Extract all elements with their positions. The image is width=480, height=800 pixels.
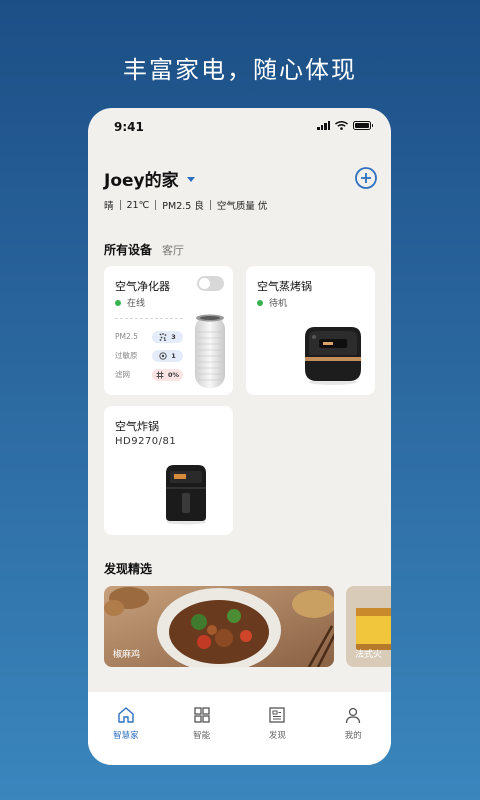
- wifi-icon: [335, 121, 348, 130]
- add-device-button[interactable]: [354, 166, 378, 190]
- phone-screen: 9:41 Joey的家 晴 21℃ PM2.5 良 空气质量 优 所有设备 客厅…: [88, 108, 391, 765]
- device-card-air-fryer[interactable]: 空气炸锅 HD9270/81: [104, 406, 233, 535]
- promo-headline: 丰富家电，随心体现: [123, 56, 357, 84]
- online-dot-icon: [115, 299, 121, 306]
- tab-label: 智能: [193, 731, 211, 741]
- air-fryer-image: [166, 465, 206, 525]
- filter-icon: [156, 371, 164, 378]
- divider: [119, 200, 121, 210]
- bottom-tab-bar: 智慧家 智能 发现 我的: [88, 692, 391, 765]
- devices-section-header: 所有设备 客厅: [104, 241, 184, 258]
- home-icon: [118, 707, 134, 723]
- tab-me[interactable]: 我的: [315, 692, 391, 765]
- power-toggle[interactable]: [197, 276, 224, 291]
- stat-value: 1: [171, 351, 176, 360]
- recipe-card[interactable]: 椒麻鸡: [104, 586, 334, 667]
- purifier-stats: PM2.5 3 过敏原 1 滤网 0%: [115, 318, 183, 384]
- allergen-icon: [159, 351, 167, 360]
- device-status: 在线: [115, 296, 145, 309]
- divider: [155, 200, 157, 210]
- room-filter[interactable]: 客厅: [162, 242, 184, 258]
- discover-section-title: 发现精选: [104, 562, 153, 576]
- stat-row-allergen: 过敏原 1: [115, 346, 183, 365]
- battery-icon: [353, 121, 373, 130]
- weather-air-quality: 空气质量 优: [216, 201, 268, 212]
- recipe-card[interactable]: 法式火: [346, 586, 391, 667]
- stat-badge: 0%: [151, 368, 183, 381]
- air-purifier-image: [195, 314, 225, 388]
- device-name: 空气净化器: [115, 280, 170, 293]
- device-status: 待机: [257, 296, 287, 309]
- weather-condition: 晴: [104, 201, 114, 212]
- status-bar: 9:41: [88, 108, 391, 148]
- stat-row-pm25: PM2.5 3: [115, 327, 183, 346]
- stat-row-filter: 滤网 0%: [115, 365, 183, 384]
- device-name: 空气蒸烤锅: [257, 280, 312, 293]
- status-icons: [317, 121, 373, 130]
- tab-smart-home[interactable]: 智慧家: [88, 692, 164, 765]
- weather-pm25: PM2.5 良: [162, 201, 204, 212]
- caret-down-icon: [186, 177, 195, 182]
- tab-label: 发现: [268, 731, 286, 741]
- stat-badge: 3: [152, 330, 183, 343]
- device-model: HD9270/81: [115, 436, 177, 447]
- stat-badge: 1: [152, 349, 183, 362]
- person-icon: [345, 707, 361, 724]
- recipe-title: 法式火: [355, 650, 383, 660]
- signal-icon: [317, 121, 330, 130]
- grid-icon: [193, 707, 210, 723]
- status-time: 9:41: [114, 120, 144, 134]
- tab-label: 智慧家: [113, 731, 139, 741]
- tab-smart[interactable]: 智能: [164, 692, 240, 765]
- device-status-text: 待机: [269, 299, 288, 309]
- stat-label: 过敏原: [115, 351, 138, 360]
- tab-label: 我的: [344, 731, 362, 741]
- weather-bar: 晴 21℃ PM2.5 良 空气质量 优: [104, 198, 268, 213]
- stat-value: 0%: [167, 370, 179, 379]
- device-card-steam-oven[interactable]: 空气蒸烤锅 待机: [246, 266, 375, 395]
- stat-value: 3: [171, 332, 176, 341]
- device-status-text: 在线: [127, 299, 146, 309]
- online-dot-icon: [257, 299, 263, 306]
- devices-section-title: 所有设备: [104, 243, 153, 257]
- tab-discover[interactable]: 发现: [240, 692, 316, 765]
- device-card-air-purifier[interactable]: 空气净化器 在线 PM2.5 3 过敏原 1 滤网 0%: [104, 266, 233, 395]
- weather-temperature: 21℃: [126, 199, 150, 211]
- stat-label: PM2.5: [115, 332, 138, 341]
- particles-icon: [159, 332, 167, 341]
- news-icon: [269, 707, 286, 723]
- home-title: Joey的家: [104, 171, 179, 191]
- recipe-title: 椒麻鸡: [113, 650, 141, 660]
- steam-oven-image: [305, 327, 361, 385]
- stat-label: 滤网: [115, 370, 130, 379]
- home-selector[interactable]: Joey的家: [104, 166, 195, 191]
- divider: [209, 200, 211, 210]
- device-name: 空气炸锅: [115, 420, 159, 433]
